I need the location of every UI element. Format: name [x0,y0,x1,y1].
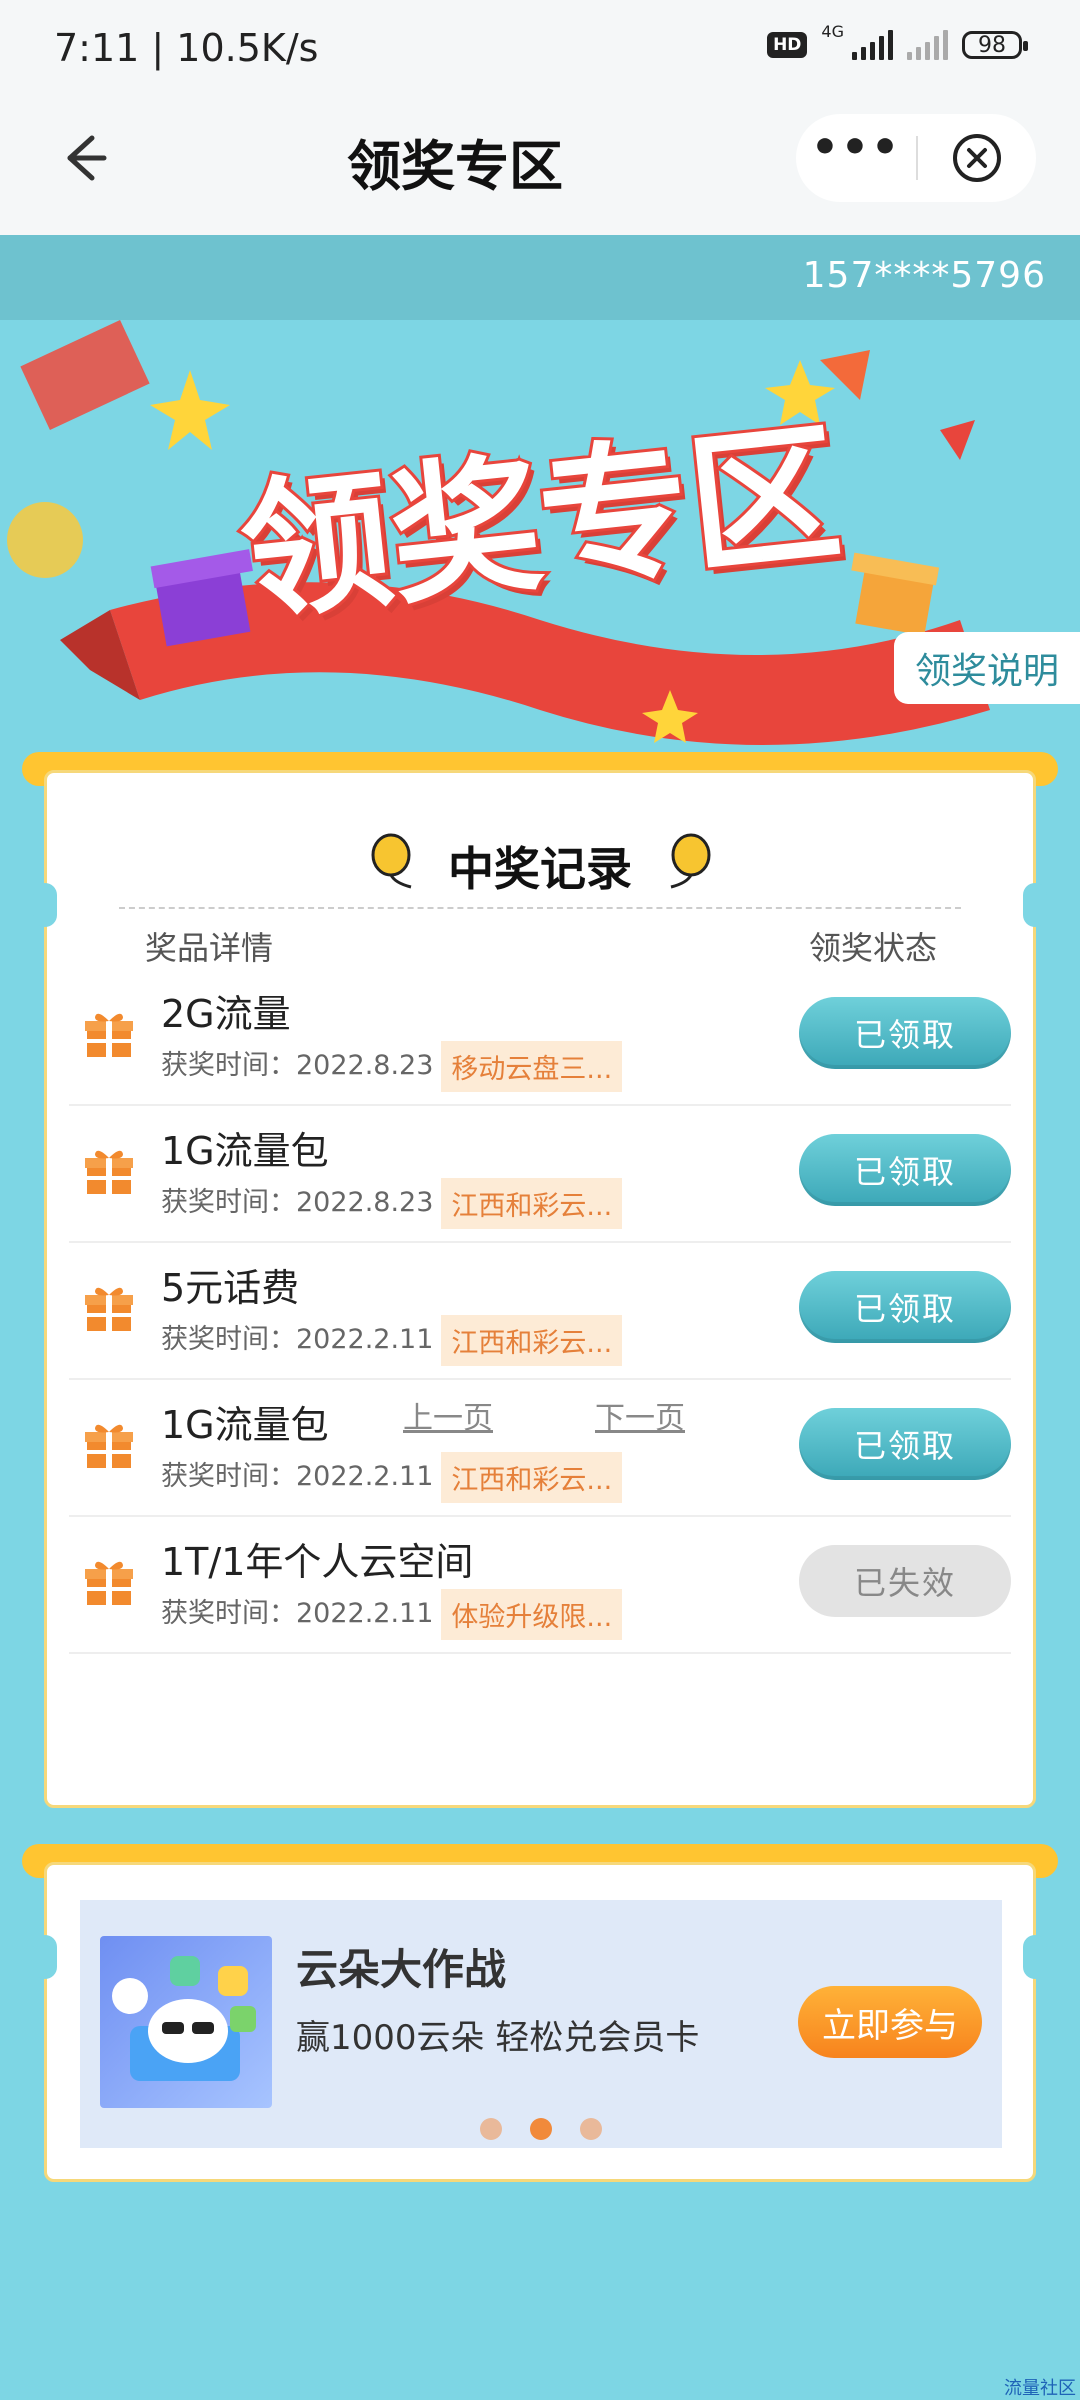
promo-title: 云朵大作战 [296,1945,507,1994]
records-title: 中奖记录 [448,842,632,896]
page-title: 领奖专区 [347,135,563,198]
carousel-dot[interactable] [580,2118,602,2140]
prize-source-tag: 移动云盘三... [441,1041,623,1092]
award-time-text: 获奖时间：2022.8.23 [161,1050,434,1081]
award-time: 获奖时间：2022.2.11 体验升级限... [161,1589,623,1640]
gift-icon [83,1283,135,1339]
close-icon[interactable] [918,132,1036,184]
status-icons: HD 4G 98 [767,22,1028,60]
record-row: 1G流量包获奖时间：2022.8.23 江西和彩云... 已领取 [69,1104,1011,1243]
promo-image [100,1936,272,2108]
gift-icon [83,1557,135,1613]
award-time-text: 获奖时间：2022.2.11 [161,1598,434,1629]
gift-icon [83,1146,135,1202]
carousel-dots [80,2118,1002,2140]
expired-status-button[interactable]: 已失效 [799,1545,1011,1617]
gift-icon [83,1009,135,1065]
award-time: 获奖时间：2022.8.23 移动云盘三... [161,1041,623,1092]
status-bar: 7:11 | 10.5K/s HD 4G 98 [0,0,1080,100]
claimed-status-button[interactable]: 已领取 [799,1408,1011,1480]
record-row: 1T/1年个人云空间获奖时间：2022.2.11 体验升级限... 已失效 [69,1515,1011,1654]
award-time-text: 获奖时间：2022.8.23 [161,1187,434,1218]
award-time: 获奖时间：2022.2.11 江西和彩云... [161,1315,623,1366]
signal-2-icon [907,30,948,60]
prize-name: 1T/1年个人云空间 [161,1540,474,1584]
award-time-text: 获奖时间：2022.2.11 [161,1324,434,1355]
back-icon[interactable] [52,128,112,188]
join-button[interactable]: 立即参与 [798,1986,982,2058]
prize-source-tag: 江西和彩云... [441,1315,623,1366]
prize-source-tag: 江西和彩云... [441,1178,623,1229]
svg-text:领奖专区: 领奖专区 [233,406,848,642]
battery-level: 98 [978,32,1006,58]
award-time: 获奖时间：2022.2.11 江西和彩云... [161,1452,623,1503]
claimed-status-button[interactable]: 已领取 [799,1271,1011,1343]
prize-name: 2G流量 [161,992,291,1036]
balloon-icon [670,833,711,889]
column-header-status: 领奖状态 [808,929,937,967]
column-header-prize: 奖品详情 [145,929,274,967]
card-notch-right [1023,1935,1047,1979]
claimed-status-button[interactable]: 已领取 [799,1134,1011,1206]
record-row: 5元话费获奖时间：2022.2.11 江西和彩云... 已领取 [69,1241,1011,1380]
battery-icon: 98 [962,31,1028,59]
prize-name: 1G流量包 [161,1403,329,1447]
title-divider [119,907,961,909]
record-row: 2G流量获奖时间：2022.8.23 移动云盘三... 已领取 [69,967,1011,1106]
network-type: 4G [821,21,844,41]
carousel-dot[interactable] [480,2118,502,2140]
card-notch-left [33,1935,57,1979]
nav-bar: 领奖专区 ••• [0,100,1080,235]
watermark: 流量社区 [1004,2378,1076,2399]
more-icon[interactable]: ••• [796,126,916,170]
account-bar: 157****5796 [0,235,1080,320]
carousel-dot-active[interactable] [530,2118,552,2140]
prize-name: 1G流量包 [161,1129,329,1173]
promo-description: 赢1000云朵 轻松兑会员卡 [296,2018,700,2058]
rules-tab[interactable]: 领奖说明 [894,632,1080,704]
hd-icon: HD [767,32,808,58]
phone-number: 157****5796 [802,255,1046,296]
status-time: 7:11 | 10.5K/s [54,26,319,70]
next-page-link[interactable]: 下一页 [595,1393,685,1437]
award-time: 获奖时间：2022.8.23 江西和彩云... [161,1178,623,1229]
prev-page-link[interactable]: 上一页 [403,1393,493,1437]
promo-banner[interactable]: 云朵大作战 赢1000云朵 轻松兑会员卡 立即参与 [80,1900,1002,2148]
claimed-status-button[interactable]: 已领取 [799,997,1011,1069]
mini-program-capsule: ••• [796,114,1036,202]
prize-source-tag: 体验升级限... [441,1589,623,1640]
prize-name: 5元话费 [161,1266,300,1310]
record-row: 1G流量包获奖时间：2022.2.11 江西和彩云... 已领取 [69,1378,1011,1517]
prize-source-tag: 江西和彩云... [441,1452,623,1503]
signal-icon [852,30,893,60]
records-card: 中奖记录 奖品详情 领奖状态 2G流量 获奖时间：2022.8.23 移动云盘三..… [33,770,1047,1808]
award-time-text: 获奖时间：2022.2.11 [161,1461,434,1492]
gift-icon [83,1420,135,1476]
